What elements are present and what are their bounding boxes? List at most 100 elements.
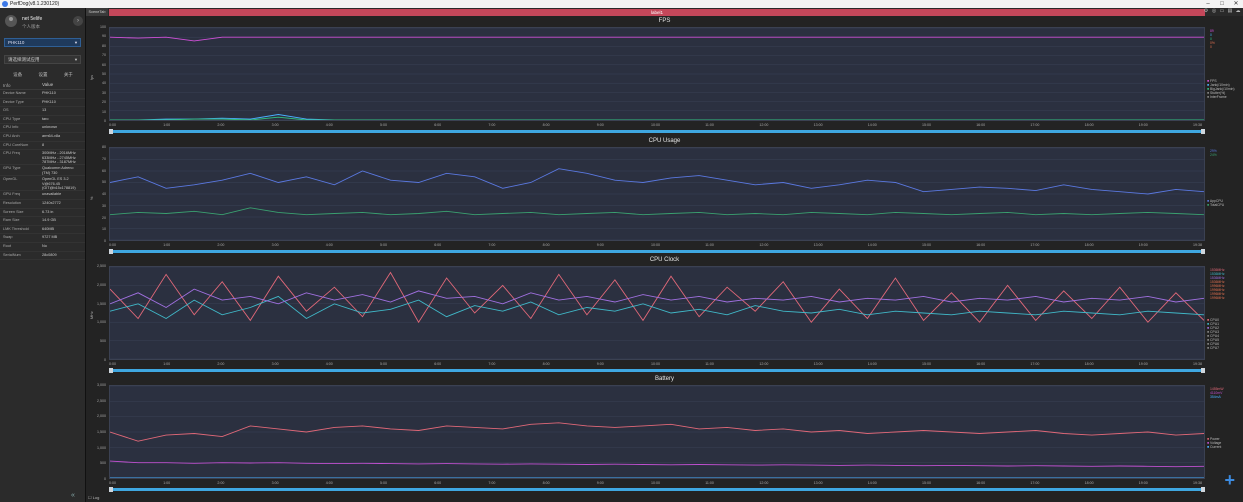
collapse-sidebar-icon[interactable]: « <box>71 492 75 499</box>
plot-area[interactable] <box>109 147 1205 241</box>
x-tick-label: 1:00 <box>163 481 171 485</box>
y-tick-label: 2,000 <box>97 414 106 419</box>
range-handle-right[interactable] <box>1201 368 1205 373</box>
x-tick-label: 19:38 <box>1193 123 1202 127</box>
range-handle-left[interactable] <box>109 129 113 134</box>
avatar[interactable] <box>5 15 17 27</box>
x-tick-label: 16:00 <box>976 362 986 366</box>
plot-area[interactable] <box>109 266 1205 360</box>
info-key: Ram Size <box>3 218 20 223</box>
y-tick-label: 70 <box>102 53 106 58</box>
time-range-slider[interactable] <box>109 487 1205 492</box>
x-tick-label: 18:00 <box>1084 362 1094 366</box>
x-tick-label: 13:00 <box>813 243 823 247</box>
tab-device[interactable]: 设备 <box>13 72 22 80</box>
chart-title: CPU Usage <box>648 138 681 144</box>
x-tick-label: 8:00 <box>542 243 550 247</box>
info-value: 6.73 in <box>42 209 54 214</box>
plot-svg <box>110 28 1204 120</box>
y-tick-label: 20 <box>102 100 106 105</box>
legend-item[interactable]: ■ InterFrame <box>1207 95 1235 99</box>
plot-svg <box>110 267 1204 359</box>
range-handle-left[interactable] <box>109 249 113 254</box>
time-range-slider[interactable] <box>109 129 1205 134</box>
y-tick-label: 1,500 <box>97 430 106 434</box>
plot-area[interactable] <box>109 385 1205 479</box>
y-tick-label: 40 <box>102 81 106 86</box>
info-key: GPU Freq <box>3 192 21 197</box>
range-handle-left[interactable] <box>109 487 113 492</box>
settings-icon[interactable]: ⚙ <box>1203 8 1209 14</box>
cloud-icon[interactable]: ☁ <box>1235 8 1241 14</box>
location-icon[interactable]: ◎ <box>1211 8 1217 14</box>
x-tick-label: 7:00 <box>488 362 496 366</box>
legend-item[interactable]: ■ CPU7 <box>1207 346 1219 350</box>
x-tick-label: 5:00 <box>380 123 387 127</box>
app-select[interactable]: 请选择测试应用 ▼ <box>4 55 81 64</box>
legend-item[interactable]: ■ TotalCPU <box>1207 203 1224 207</box>
info-key: CPU Type <box>3 116 21 121</box>
range-handle-left[interactable] <box>109 368 113 373</box>
x-tick-label: 18:00 <box>1084 123 1094 127</box>
table-row: CPU Info unknown <box>0 124 85 133</box>
minimize-button[interactable]: – <box>1201 0 1215 8</box>
legend-item[interactable]: ■ Current <box>1207 445 1221 449</box>
table-row: Resolution 1240x2772 <box>0 200 85 209</box>
x-tick-label: 0:00 <box>109 362 116 366</box>
x-tick-label: 15:00 <box>922 481 931 485</box>
info-value: 14.9 GB <box>42 218 56 223</box>
tab-about[interactable]: 关于 <box>64 72 73 80</box>
user-name: net 5elife <box>22 16 43 22</box>
y-tick-label: 2,500 <box>97 398 106 403</box>
plot-svg <box>110 386 1204 478</box>
range-handle-right[interactable] <box>1201 487 1205 492</box>
info-value: 8 <box>42 142 45 147</box>
y-tick-label: 100 <box>100 25 106 29</box>
user-menu-icon[interactable]: › <box>73 16 83 26</box>
info-key: Screen Size <box>3 209 24 214</box>
range-handle-right[interactable] <box>1201 129 1205 134</box>
y-tick-label: 500 <box>100 461 106 466</box>
chart-legend: ■ CPU0 ■ CPU1 ■ CPU2 ■ CPU3 ■ CPU4 ■ CPU5 ■ CP… <box>1207 318 1219 350</box>
time-range-slider[interactable] <box>109 249 1205 254</box>
x-tick-label: 8:00 <box>542 481 550 485</box>
x-tick-label: 6:00 <box>434 243 442 247</box>
info-key: Resolution <box>3 201 21 205</box>
log-button[interactable]: ☐ Log <box>88 495 99 500</box>
user-panel: net 5elife 个人版本 › <box>5 13 83 33</box>
current-value: 24% <box>1210 153 1217 157</box>
range-handle-right[interactable] <box>1201 249 1205 254</box>
x-tick-label: 19:00 <box>1138 243 1148 247</box>
x-tick-label: 4:00 <box>325 123 333 127</box>
x-tick-label: 0:00 <box>109 243 116 247</box>
plot-area[interactable] <box>109 27 1205 121</box>
info-value: 1240x2772 <box>42 201 61 205</box>
main-area: SceneTab label1 ⚙ ◎ ▭ ▤ ☁ ☐ Log + FPS fps… <box>86 8 1243 502</box>
maximize-button[interactable]: □ <box>1215 0 1229 8</box>
app-select-value: 请选择测试应用 <box>8 57 40 62</box>
add-chart-icon[interactable]: + <box>1224 470 1235 491</box>
x-tick-label: 13:00 <box>813 362 823 366</box>
device-select-value: PHK110 <box>8 40 25 45</box>
x-tick-label: 14:00 <box>867 243 877 247</box>
time-range-slider[interactable] <box>109 368 1205 373</box>
device-select[interactable]: PHK110 ▼ <box>4 38 81 47</box>
info-value: arm64-v8a <box>42 133 61 138</box>
close-button[interactable]: ✕ <box>1229 0 1243 8</box>
x-tick-label: 8:00 <box>542 123 550 127</box>
x-tick-label: 19:38 <box>1193 362 1202 366</box>
x-tick-label: 16:00 <box>976 243 986 247</box>
y-tick-label: 10 <box>102 109 106 114</box>
table-header: Info Value <box>0 82 85 90</box>
tab-settings[interactable]: 设置 <box>38 72 47 80</box>
x-tick-label: 6:00 <box>434 481 442 485</box>
table-row: CPU CoreNum 8 <box>0 142 85 151</box>
info-value: 13 <box>42 108 47 113</box>
x-tick-label: 17:00 <box>1030 481 1040 485</box>
tab-scene[interactable]: SceneTab <box>86 8 108 16</box>
chart-legend: ■ FPS ■ Jank(/10min) ■ BigJank(/10min) ■ St… <box>1207 79 1235 99</box>
trash-icon[interactable]: ▭ <box>1219 8 1225 14</box>
y-tick-label: 3,000 <box>97 383 106 387</box>
label-bar[interactable]: label1 <box>109 9 1205 16</box>
folder-icon[interactable]: ▤ <box>1227 8 1233 14</box>
